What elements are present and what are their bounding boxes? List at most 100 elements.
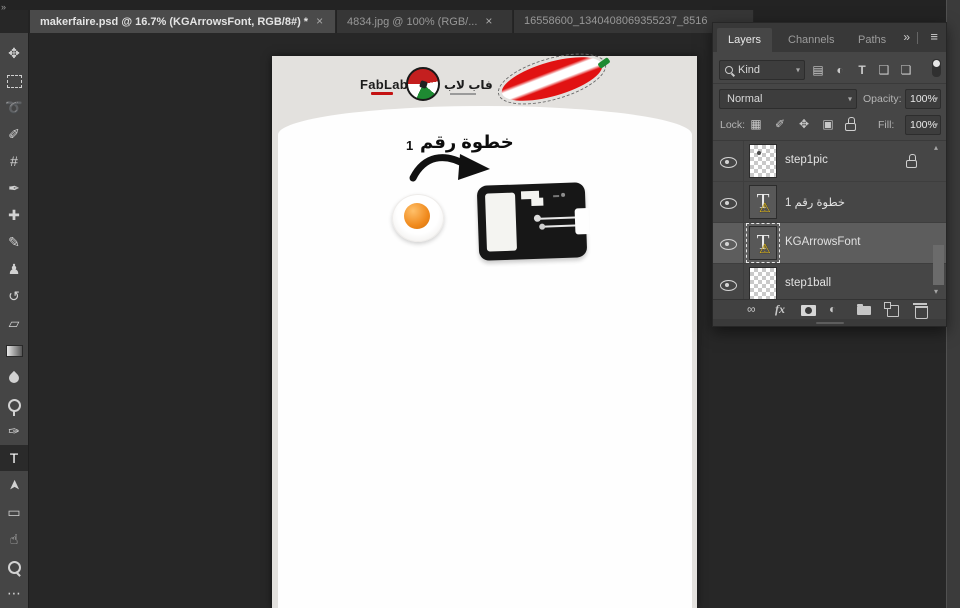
- blend-mode-value: Normal: [727, 93, 763, 105]
- divider: [713, 83, 946, 84]
- rectangle-tool[interactable]: ▭: [0, 499, 28, 525]
- move-tool[interactable]: ✥: [0, 40, 28, 66]
- lock-all-icon[interactable]: [845, 117, 857, 131]
- visibility-eye-icon[interactable]: [720, 239, 737, 250]
- layer-thumbnail[interactable]: [749, 144, 777, 178]
- document-canvas[interactable]: FabLab فاب لاب 1 خطوة رقم: [272, 41, 697, 608]
- new-layer-icon[interactable]: [884, 302, 899, 317]
- layer-thumbnail[interactable]: [749, 267, 777, 299]
- close-icon[interactable]: ×: [316, 14, 323, 28]
- lock-label: Lock:: [720, 119, 746, 131]
- layer-row-step1pic[interactable]: step1pic: [713, 141, 946, 182]
- eraser-tool[interactable]: ▱: [0, 310, 28, 336]
- crop-tool[interactable]: #: [0, 148, 28, 174]
- type-tool[interactable]: T: [0, 445, 28, 471]
- filter-pixel-layers-icon[interactable]: ▤: [809, 63, 827, 77]
- hand-icon: ☝: [9, 531, 19, 547]
- history-brush-icon: ↺: [8, 288, 20, 304]
- fill-value: 100%: [910, 119, 937, 131]
- orange-ball: [404, 203, 430, 229]
- gradient-tool[interactable]: [0, 337, 28, 363]
- layer-style-fx-icon[interactable]: fx: [775, 302, 785, 317]
- kind-label: Kind: [738, 64, 761, 76]
- blend-mode-dropdown[interactable]: Normal ▾: [719, 89, 857, 109]
- eyedropper-tool[interactable]: ✒: [0, 175, 28, 201]
- curved-arrow: [409, 154, 490, 182]
- layer-name[interactable]: step1pic: [785, 154, 828, 166]
- brush-icon: ✎: [8, 234, 20, 250]
- layer-name[interactable]: خطوة رقم 1: [785, 195, 845, 209]
- panel-menu-icon[interactable]: ≡: [930, 29, 938, 44]
- tools-panel: ✥ ➰ ✐ # ✒ ✚ ✎ ♟ ↺ ▱ ✑ T ➤ ▭ ☝ ⋯: [0, 33, 29, 608]
- layer-row-step1ball[interactable]: step1ball: [713, 264, 946, 299]
- type-layer-thumbnail[interactable]: T ⚠: [749, 185, 777, 219]
- scroll-up-icon[interactable]: ▴: [934, 143, 938, 152]
- lock-transparency-icon[interactable]: ▦: [747, 117, 765, 131]
- workspace-collapse-icon[interactable]: »: [1, 2, 6, 12]
- filter-type-layers-icon[interactable]: T: [853, 63, 871, 77]
- fill-dropdown[interactable]: 100% ▾: [905, 115, 941, 135]
- visibility-eye-icon[interactable]: [720, 157, 737, 168]
- path-selection-tool[interactable]: ➤: [0, 472, 28, 498]
- brush-tool[interactable]: ✎: [0, 229, 28, 255]
- close-icon[interactable]: ×: [485, 14, 492, 28]
- lock-image-icon[interactable]: ✐: [771, 117, 789, 131]
- lock-artboard-icon[interactable]: ▣: [819, 117, 837, 131]
- lasso-tool[interactable]: ➰: [0, 94, 28, 120]
- photoshop-window: » makerfaire.psd @ 16.7% (KGArrowsFont, …: [0, 0, 960, 608]
- filter-smart-objects-icon[interactable]: ❏: [897, 63, 915, 77]
- visibility-eye-icon[interactable]: [720, 280, 737, 291]
- delete-layer-icon[interactable]: [913, 303, 928, 319]
- zoom-tool[interactable]: [0, 553, 28, 579]
- hand-tool[interactable]: ☝: [0, 526, 28, 552]
- layer-name[interactable]: KGArrowsFont: [785, 236, 860, 248]
- quick-selection-tool[interactable]: ✐: [0, 121, 28, 147]
- tab-4834-jpg[interactable]: 4834.jpg @ 100% (RGB/... ×: [337, 10, 513, 33]
- link-layers-icon[interactable]: ∞: [747, 302, 756, 316]
- marquee-tool[interactable]: [0, 67, 28, 93]
- more-tools[interactable]: ⋯: [0, 580, 28, 606]
- tab-layers[interactable]: Layers: [717, 28, 773, 52]
- tab-label: 16558600_1340408069355237_8516: [524, 15, 708, 27]
- scrollbar-thumb[interactable]: [933, 245, 944, 285]
- pen-tool[interactable]: ✑: [0, 418, 28, 444]
- scroll-down-icon[interactable]: ▾: [934, 287, 938, 296]
- device-pin: [539, 216, 578, 220]
- lock-position-icon[interactable]: ✥: [795, 117, 813, 131]
- dodge-icon: [7, 398, 21, 416]
- blur-tool[interactable]: [0, 364, 28, 390]
- opacity-value: 100%: [910, 93, 937, 105]
- spot-healing-tool[interactable]: ✚: [0, 202, 28, 228]
- chili-illustration: [493, 41, 611, 117]
- visibility-eye-icon[interactable]: [720, 198, 737, 209]
- collapse-panel-icon[interactable]: »: [903, 30, 910, 44]
- chevron-down-icon: ▾: [933, 94, 938, 104]
- path-selection-icon: ➤: [5, 479, 22, 491]
- clone-stamp-tool[interactable]: ♟: [0, 256, 28, 282]
- lasso-icon: ➰: [5, 99, 23, 115]
- header-divider: [917, 32, 918, 44]
- tab-channels[interactable]: Channels: [777, 28, 845, 52]
- zoom-icon: [7, 560, 21, 574]
- type-layer-thumbnail[interactable]: T ⚠: [746, 223, 780, 263]
- tab-makerfaire-psd[interactable]: makerfaire.psd @ 16.7% (KGArrowsFont, RG…: [30, 10, 336, 33]
- layer-name[interactable]: step1ball: [785, 277, 831, 289]
- layer-row-arabic-text[interactable]: T ⚠ خطوة رقم 1: [713, 182, 946, 223]
- tab-paths[interactable]: Paths: [847, 28, 897, 52]
- filter-adjustment-layers-icon[interactable]: ◐: [831, 63, 849, 77]
- history-brush-tool[interactable]: ↺: [0, 283, 28, 309]
- opacity-dropdown[interactable]: 100% ▾: [905, 89, 941, 109]
- add-layer-mask-icon[interactable]: [801, 305, 816, 316]
- adjustment-layer-icon[interactable]: ◐: [829, 302, 836, 316]
- device-logo-line: [553, 195, 560, 197]
- new-group-icon[interactable]: [857, 304, 871, 315]
- fill-label: Fill:: [878, 119, 895, 131]
- dodge-tool[interactable]: [0, 391, 28, 417]
- panel-resize-grip[interactable]: [713, 319, 946, 326]
- filter-shape-layers-icon[interactable]: ❑: [875, 63, 893, 77]
- layer-row-kgarrowsfont-selected[interactable]: T ⚠ KGArrowsFont: [713, 223, 946, 264]
- filtering-toggle[interactable]: [932, 59, 941, 77]
- layers-scrollbar[interactable]: ▴ ▾: [931, 141, 946, 299]
- type-icon: T: [9, 450, 19, 466]
- kind-filter-dropdown[interactable]: Kind ▾: [719, 60, 805, 80]
